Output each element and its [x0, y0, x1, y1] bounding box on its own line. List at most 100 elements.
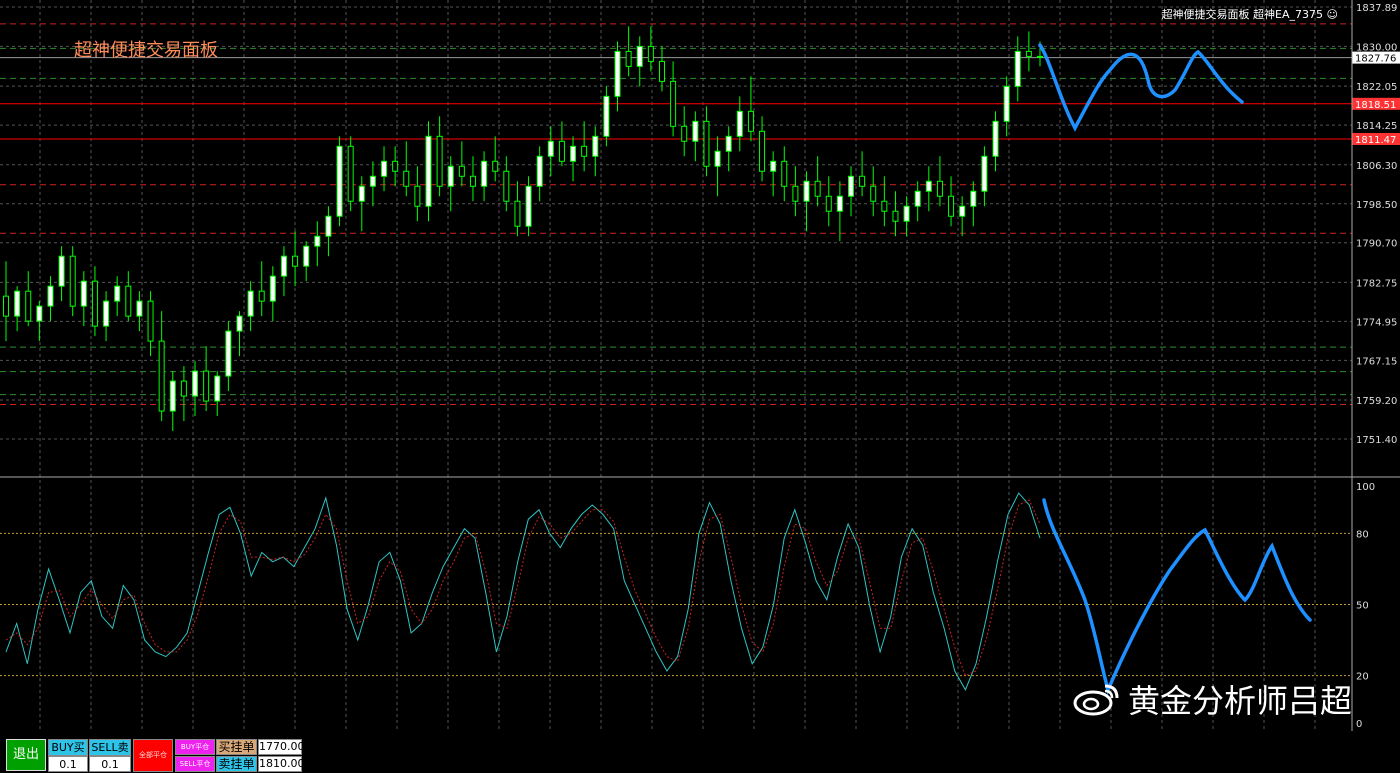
price-tag-label: 1811.47: [1355, 135, 1396, 146]
candle-body: [336, 145, 343, 217]
close-all-button[interactable]: 全部平仓: [133, 739, 173, 772]
candle-body: [203, 370, 210, 402]
candle-body: [103, 300, 110, 327]
trading-chart[interactable]: 1837.891830.001822.051814.251806.301798.…: [0, 0, 1400, 731]
candle-body: [736, 110, 743, 137]
candle-body: [747, 110, 754, 132]
candle-body: [558, 140, 565, 162]
close-all-label: 全部平仓: [139, 751, 167, 759]
candle-body: [1025, 50, 1032, 57]
candle-body: [981, 155, 988, 192]
buy-label: BUY买: [51, 741, 85, 754]
osc-tick-label: 80: [1356, 529, 1369, 540]
osc-tick-label: 100: [1356, 482, 1375, 493]
candle-body: [970, 190, 977, 207]
buy-close-label: BUY平仓: [180, 743, 210, 751]
y-tick-label: 1806.30: [1356, 161, 1397, 172]
y-tick-label: 1767.15: [1356, 356, 1397, 367]
candle-body: [881, 200, 888, 212]
candle-body: [959, 205, 966, 217]
candle-body: [325, 215, 332, 237]
candle-body: [670, 80, 677, 127]
candle-body: [614, 50, 621, 97]
candle-body: [692, 120, 699, 142]
candle-body: [303, 245, 310, 267]
candle-body: [136, 300, 143, 317]
candle-body: [536, 155, 543, 187]
candle-body: [69, 255, 76, 307]
candle-body: [903, 205, 910, 222]
candle-body: [247, 290, 254, 317]
buy-pending-price-input[interactable]: 1770.00: [258, 739, 305, 755]
candle-body: [425, 135, 432, 207]
candle-body: [547, 140, 554, 157]
candle-body: [369, 175, 376, 187]
sell-pending-price-input[interactable]: 1810.00: [258, 756, 305, 772]
candle-body: [592, 135, 599, 157]
sell-close-label: SELL平仓: [179, 760, 211, 768]
osc-tick-label: 50: [1356, 601, 1369, 612]
candle-body: [714, 150, 721, 167]
sell-lot-input[interactable]: 0.1: [89, 756, 131, 772]
y-tick-label: 1798.50: [1356, 200, 1397, 211]
buy-lot-input[interactable]: 0.1: [48, 756, 88, 772]
sell-close-button[interactable]: SELL平仓: [175, 756, 215, 772]
header-info: 超神便捷交易面板 超神EA_7375 ☺: [1161, 8, 1338, 21]
candle-body: [925, 180, 932, 192]
candle-body: [158, 340, 165, 412]
buy-close-button[interactable]: BUY平仓: [175, 739, 215, 755]
candle-body: [948, 195, 955, 217]
forecast-stoch-annotation: [1042, 498, 1312, 696]
candle-body: [525, 185, 532, 227]
candle-body: [347, 145, 354, 202]
exit-button[interactable]: 退出: [6, 739, 46, 771]
candle-body: [14, 290, 21, 317]
stoch-main-line: [5, 492, 1041, 691]
candle-body: [280, 255, 287, 277]
candle-body: [125, 285, 132, 317]
sell-pending-button[interactable]: 卖挂单: [216, 756, 257, 772]
candle-body: [914, 190, 921, 207]
candle-body: [114, 285, 121, 302]
buy-pending-button[interactable]: 买挂单: [216, 739, 257, 755]
candle-body: [936, 180, 943, 197]
candle-body: [436, 135, 443, 187]
stoch-signal-line: [5, 499, 1041, 677]
exit-label: 退出: [12, 747, 39, 762]
buy-pending-price: 1770.00: [259, 740, 305, 753]
candle-body: [258, 290, 265, 302]
candle-body: [36, 305, 43, 322]
candle-body: [703, 120, 710, 167]
price-tag-label: 1818.51: [1355, 100, 1396, 111]
candle-body: [992, 120, 999, 157]
chart-stage: 1837.89 1830.00 1822.05 1814.25 1806.30 1798.…: [0, 0, 1400, 772]
y-tick-label: 1782.75: [1356, 278, 1397, 289]
candle-body: [381, 160, 388, 177]
candle-body: [58, 255, 65, 287]
candle-body: [3, 295, 9, 317]
candle-body: [814, 180, 821, 197]
candle-body: [570, 145, 577, 162]
candle-body: [1014, 50, 1021, 87]
candle-body: [403, 170, 410, 187]
candle-body: [180, 380, 187, 397]
y-tick-label: 1759.20: [1356, 396, 1397, 407]
sell-label: SELL卖: [91, 741, 129, 754]
candle-body: [847, 175, 854, 197]
buy-lot-value: 0.1: [59, 758, 77, 771]
candle-body: [725, 135, 732, 152]
candle-body: [825, 195, 832, 212]
sell-button[interactable]: SELL卖: [89, 739, 131, 756]
candle-body: [147, 300, 154, 342]
y-tick-label: 1814.25: [1356, 121, 1397, 132]
candle-body: [859, 175, 866, 187]
sell-lot-value: 0.1: [101, 758, 119, 771]
buy-button[interactable]: BUY买: [48, 739, 88, 756]
candle-body: [358, 185, 365, 202]
candle-body: [1003, 85, 1010, 122]
candle-body: [647, 45, 654, 62]
buy-pending-label: 买挂单: [218, 740, 255, 754]
candle-body: [47, 285, 54, 307]
candle-body: [836, 195, 843, 212]
sell-pending-label: 卖挂单: [218, 757, 255, 771]
